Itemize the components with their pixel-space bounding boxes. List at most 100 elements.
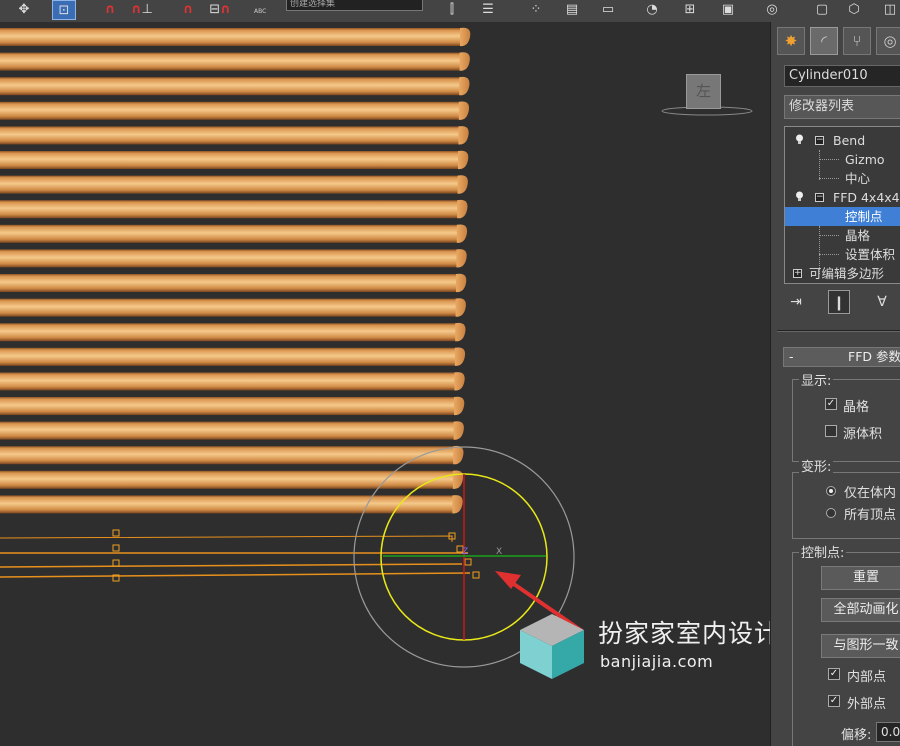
- select-scale-icon[interactable]: ⊡: [52, 0, 76, 20]
- object-name-field[interactable]: Cylinder010: [784, 65, 900, 87]
- ffd-parameters-rollout[interactable]: - FFD 参数: [783, 347, 900, 367]
- modify-tab-icon[interactable]: ◜: [810, 27, 838, 55]
- blind-slats[interactable]: [0, 27, 471, 514]
- make-unique-icon[interactable]: ∀: [871, 290, 893, 314]
- slat: [0, 445, 464, 465]
- slat: [0, 76, 470, 96]
- stack-item-center[interactable]: 中心: [785, 169, 900, 188]
- all-vertices-label: 所有顶点: [844, 508, 897, 523]
- stack-item-control-points[interactable]: 控制点: [785, 207, 900, 226]
- stack-item-ffd[interactable]: − FFD 4x4x4: [785, 188, 900, 207]
- offset-spinner[interactable]: 0.0: [876, 722, 900, 742]
- spinner-snap-icon[interactable]: ⊟∩: [208, 0, 232, 20]
- stack-item-label: 中心: [845, 171, 871, 186]
- lightbulb-icon[interactable]: [795, 191, 804, 202]
- stack-item-label: 设置体积: [845, 247, 896, 262]
- inside-points-checkbox[interactable]: ✓: [828, 668, 840, 680]
- scene-explorer-icon[interactable]: ▤: [560, 0, 584, 20]
- watermark-url: banjiajia.com: [600, 652, 714, 671]
- control-point: [112, 544, 120, 552]
- curve-editor-icon[interactable]: ◔: [640, 0, 664, 20]
- stack-item-editable-poly[interactable]: + 可编辑多边形: [785, 264, 900, 283]
- stack-item-gizmo[interactable]: Gizmo: [785, 150, 900, 169]
- rollout-title: FFD 参数: [848, 349, 900, 364]
- stack-item-set-volume[interactable]: 设置体积: [785, 245, 900, 264]
- control-point: [112, 529, 120, 537]
- rollout-collapse-icon[interactable]: -: [789, 348, 794, 366]
- select-move-icon[interactable]: ✥: [12, 0, 36, 20]
- main-toolbar: ✥ ⊡ ∩ ∩⊥ ∩ ⊟∩ ABC 创建选择集 ⫿ ☰ ⁘ ▤ ▭ ◔ ⊞ ▣ …: [0, 0, 900, 23]
- render-production-icon[interactable]: ⬡: [842, 0, 866, 20]
- inside-points-label: 内部点: [847, 670, 887, 685]
- slat: [0, 322, 466, 342]
- stack-item-label: Gizmo: [845, 152, 885, 167]
- lattice-label: 晶格: [843, 400, 870, 415]
- stack-item-label: Bend: [833, 133, 866, 148]
- lattice-line: [0, 572, 471, 578]
- control-point: [464, 558, 472, 566]
- command-panel: ✸ ◜ ⑂ ◎ Cylinder010 修改器列表 − Bend Gizmo 中…: [770, 22, 900, 746]
- layer-manager-icon[interactable]: ⁘: [524, 0, 548, 20]
- mirror-icon[interactable]: ⫿: [440, 0, 464, 20]
- align-icon[interactable]: ☰: [476, 0, 500, 20]
- modifier-list-dropdown[interactable]: 修改器列表: [784, 95, 900, 119]
- slat: [0, 199, 468, 219]
- render-setup-icon[interactable]: ◎: [760, 0, 784, 20]
- collapse-icon[interactable]: −: [815, 193, 824, 202]
- pin-stack-icon[interactable]: ⇥: [785, 290, 807, 314]
- stack-item-bend[interactable]: − Bend: [785, 131, 900, 150]
- render-iterative-icon[interactable]: ◫: [878, 0, 900, 20]
- conform-to-shape-button[interactable]: 与图形一致: [821, 634, 900, 658]
- display-group: [792, 379, 900, 462]
- slat: [0, 495, 463, 514]
- angle-snap-icon[interactable]: ∩⊥: [130, 0, 154, 20]
- stack-item-label: 晶格: [845, 228, 871, 243]
- control-points-group-label: 控制点:: [799, 542, 847, 561]
- edit-named-selection-icon[interactable]: ABC: [252, 0, 276, 20]
- slat: [0, 347, 466, 366]
- lightbulb-icon[interactable]: [795, 134, 804, 145]
- ribbon-icon[interactable]: ▭: [596, 0, 620, 20]
- stack-item-lattice[interactable]: 晶格: [785, 226, 900, 245]
- material-editor-icon[interactable]: ▣: [716, 0, 740, 20]
- schematic-view-icon[interactable]: ⊞: [678, 0, 702, 20]
- slat: [0, 396, 465, 416]
- source-volume-checkbox[interactable]: [825, 425, 837, 437]
- lattice-checkbox[interactable]: ✓: [825, 398, 837, 410]
- show-end-result-icon[interactable]: ❙: [828, 290, 850, 314]
- left-viewport[interactable]: Z X 左 扮家家室内设计 banjiajia.com: [0, 22, 770, 746]
- slat: [0, 470, 464, 489]
- snap-toggle-icon[interactable]: ∩: [98, 0, 122, 20]
- offset-label: 偏移:: [841, 728, 872, 743]
- deform-group-label: 变形:: [799, 456, 834, 475]
- slat: [0, 249, 467, 268]
- motion-tab-icon[interactable]: ◎: [876, 27, 900, 55]
- slat: [0, 101, 470, 120]
- slat: [0, 372, 465, 391]
- collapse-icon[interactable]: −: [815, 136, 824, 145]
- all-vertices-radio[interactable]: [826, 508, 836, 518]
- viewcube[interactable]: 左: [686, 74, 721, 109]
- control-point: [112, 559, 120, 567]
- outside-points-checkbox[interactable]: ✓: [828, 695, 840, 707]
- expand-icon[interactable]: +: [793, 269, 802, 278]
- outside-points-label: 外部点: [847, 697, 887, 712]
- stack-item-label: FFD 4x4x4: [833, 190, 900, 205]
- slat: [0, 126, 469, 145]
- animate-all-button[interactable]: 全部动画化: [821, 598, 900, 622]
- reset-button[interactable]: 重置: [821, 566, 900, 590]
- percent-snap-icon[interactable]: ∩: [176, 0, 200, 20]
- slat: [0, 52, 470, 71]
- create-tab-icon[interactable]: ✸: [777, 27, 805, 55]
- stack-item-label: 控制点: [845, 209, 883, 224]
- divider: [777, 330, 900, 332]
- only-in-volume-label: 仅在体内: [844, 486, 897, 501]
- only-in-volume-radio[interactable]: [826, 486, 836, 496]
- modifier-stack[interactable]: − Bend Gizmo 中心 − FFD 4x4x4 控制点 晶格 设置体积: [784, 126, 900, 284]
- hierarchy-tab-icon[interactable]: ⑂: [843, 27, 871, 55]
- stack-item-label: 可编辑多边形: [809, 266, 885, 281]
- named-selection-set-dropdown[interactable]: 创建选择集: [286, 0, 423, 11]
- rendered-frame-icon[interactable]: ▢: [810, 0, 834, 20]
- source-volume-label: 源体积: [843, 427, 883, 442]
- control-point: [472, 571, 480, 579]
